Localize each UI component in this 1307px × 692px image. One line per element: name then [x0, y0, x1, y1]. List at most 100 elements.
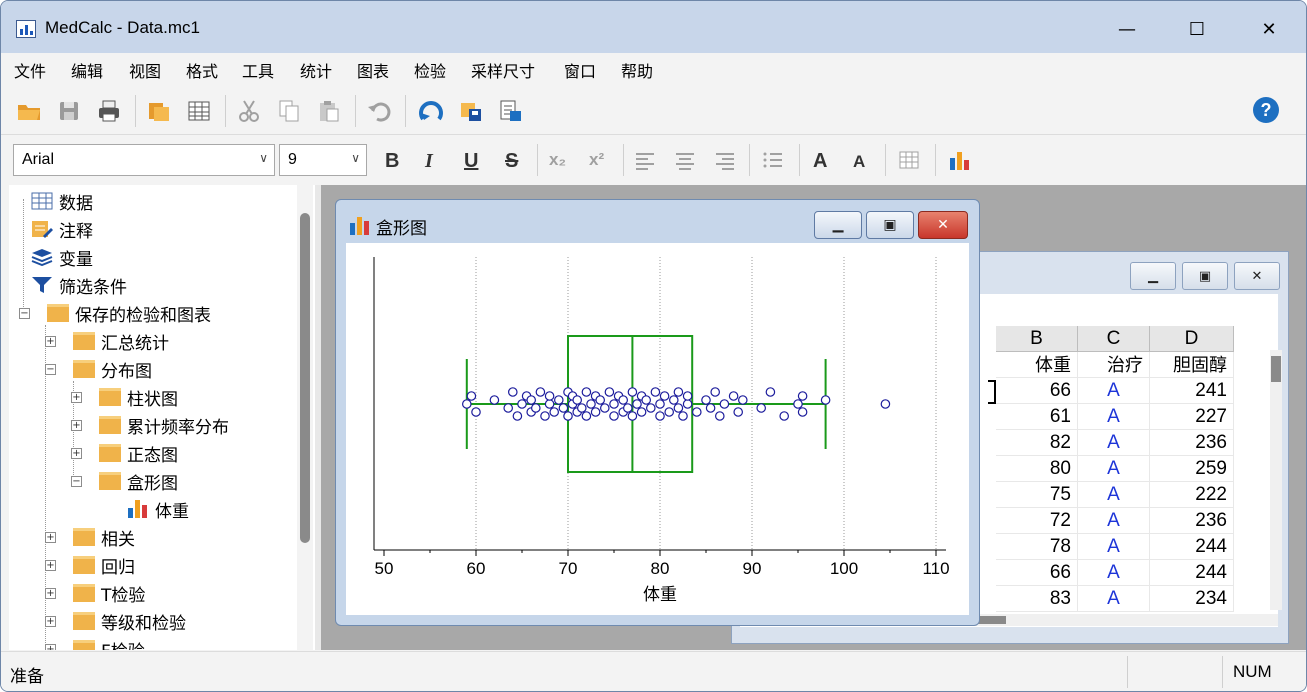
save-icon[interactable] — [55, 97, 83, 125]
grid-cell[interactable]: 66 — [996, 378, 1078, 404]
grid-cell[interactable]: A — [1078, 482, 1150, 508]
menu-edit[interactable]: 编辑 — [71, 58, 103, 82]
tree-expander[interactable]: + — [71, 448, 82, 459]
tree-item-16[interactable]: + F检验 — [45, 636, 145, 650]
tree-item-1[interactable]: 注释 — [31, 216, 93, 242]
grid-cell[interactable]: 72 — [996, 508, 1078, 534]
data-window-restore-button[interactable]: ▣ — [1182, 262, 1228, 290]
grid-cell[interactable]: A — [1078, 430, 1150, 456]
grid-cell[interactable]: 234 — [1150, 586, 1234, 612]
grid-cell[interactable]: 66 — [996, 560, 1078, 586]
strikethrough-button[interactable]: S — [505, 150, 518, 173]
font-size-select[interactable]: 9 ∨ — [279, 144, 367, 176]
plot-minimize-button[interactable]: ▁ — [814, 211, 862, 239]
menu-tools[interactable]: 工具 — [242, 58, 274, 82]
tree-expander[interactable]: + — [45, 532, 56, 543]
menu-help[interactable]: 帮助 — [621, 58, 653, 82]
print-icon[interactable] — [95, 97, 123, 125]
tree-item-10[interactable]: − 盒形图 — [71, 468, 178, 494]
undo-icon[interactable] — [365, 97, 393, 125]
column-name[interactable]: 胆固醇 — [1150, 352, 1234, 378]
column-header-D[interactable]: D — [1150, 326, 1234, 352]
column-name[interactable]: 体重 — [996, 352, 1078, 378]
tree-expander[interactable]: + — [71, 392, 82, 403]
grid-cell[interactable]: 80 — [996, 456, 1078, 482]
plot-restore-button[interactable]: ▣ — [866, 211, 914, 239]
grid-cell[interactable]: A — [1078, 508, 1150, 534]
menu-statistics[interactable]: 统计 — [300, 58, 332, 82]
column-header-C[interactable]: C — [1078, 326, 1150, 352]
grid-cell[interactable]: A — [1078, 404, 1150, 430]
chart-format-icon[interactable] — [947, 148, 973, 174]
grid-cell[interactable]: A — [1078, 560, 1150, 586]
grid-cell[interactable]: 241 — [1150, 378, 1234, 404]
tree-expander[interactable]: − — [71, 476, 82, 487]
bullet-list-icon[interactable] — [761, 148, 785, 172]
tree-expander[interactable]: − — [45, 364, 56, 375]
tree-expander[interactable]: + — [45, 336, 56, 347]
grid-cell[interactable]: 83 — [996, 586, 1078, 612]
column-header-B[interactable]: B — [996, 326, 1078, 352]
plot-close-button[interactable]: ✕ — [918, 211, 968, 239]
grid-scrollbar-thumb[interactable] — [1271, 356, 1281, 382]
help-icon[interactable]: ? — [1253, 97, 1279, 123]
align-left-icon[interactable] — [633, 148, 657, 172]
export-word-icon[interactable] — [497, 97, 525, 125]
align-center-icon[interactable] — [673, 148, 697, 172]
tree-item-13[interactable]: + 回归 — [45, 552, 135, 578]
tree-item-4[interactable]: − 保存的检验和图表 — [19, 300, 211, 326]
copy-icon[interactable] — [275, 97, 303, 125]
refresh-icon[interactable] — [417, 97, 445, 125]
grid-cell[interactable]: 61 — [996, 404, 1078, 430]
folder-icon[interactable] — [145, 97, 173, 125]
tree-item-11[interactable]: 体重 — [127, 496, 189, 522]
grid-scrollbar[interactable] — [1270, 350, 1282, 610]
maximize-button[interactable]: ☐ — [1174, 11, 1220, 47]
spreadsheet-icon[interactable] — [185, 97, 213, 125]
grid-cell[interactable]: 82 — [996, 430, 1078, 456]
grid-cell[interactable]: 222 — [1150, 482, 1234, 508]
menu-graphs[interactable]: 图表 — [357, 58, 389, 82]
font-family-select[interactable]: Arial ∨ — [13, 144, 275, 176]
grid-cell[interactable]: A — [1078, 378, 1150, 404]
menu-file[interactable]: 文件 — [14, 58, 46, 82]
menu-window[interactable]: 窗口 — [564, 58, 596, 82]
underline-button[interactable]: U — [464, 150, 478, 173]
tree-item-12[interactable]: + 相关 — [45, 524, 135, 550]
minimize-button[interactable]: — — [1104, 11, 1150, 47]
menu-format[interactable]: 格式 — [186, 58, 218, 82]
menu-sample-size[interactable]: 采样尺寸 — [471, 58, 535, 82]
column-name[interactable]: 治疗 — [1078, 352, 1150, 378]
grid-cell[interactable]: A — [1078, 456, 1150, 482]
tree-expander[interactable]: + — [45, 644, 56, 650]
tree-item-6[interactable]: − 分布图 — [45, 356, 152, 382]
grid-cell[interactable]: 259 — [1150, 456, 1234, 482]
tree-item-5[interactable]: + 汇总统计 — [45, 328, 169, 354]
grid-cell[interactable]: A — [1078, 534, 1150, 560]
tree-scrollbar-thumb[interactable] — [300, 213, 310, 543]
grid-cell[interactable]: 244 — [1150, 534, 1234, 560]
tree-expander[interactable]: − — [19, 308, 30, 319]
menu-tests[interactable]: 检验 — [414, 58, 446, 82]
align-right-icon[interactable] — [713, 148, 737, 172]
open-folder-icon[interactable] — [15, 97, 43, 125]
table-format-icon[interactable] — [897, 148, 923, 174]
increase-font-button[interactable]: A — [813, 150, 827, 173]
tree-expander[interactable]: + — [45, 588, 56, 599]
grid-cell[interactable]: 227 — [1150, 404, 1234, 430]
superscript-button[interactable]: x² — [589, 150, 604, 170]
tree-item-8[interactable]: + 累计频率分布 — [71, 412, 229, 438]
tree-item-7[interactable]: + 柱状图 — [71, 384, 178, 410]
tree-expander[interactable]: + — [45, 560, 56, 571]
grid-cell[interactable]: 75 — [996, 482, 1078, 508]
data-window-close-button[interactable]: ✕ — [1234, 262, 1280, 290]
tree-item-0[interactable]: 数据 — [31, 188, 93, 214]
grid-cell[interactable]: 236 — [1150, 508, 1234, 534]
cut-icon[interactable] — [235, 97, 263, 125]
tree-expander[interactable]: + — [45, 616, 56, 627]
export-icon[interactable] — [457, 97, 485, 125]
tree-item-15[interactable]: + 等级和检验 — [45, 608, 186, 634]
paste-icon[interactable] — [315, 97, 343, 125]
grid-cell[interactable]: 78 — [996, 534, 1078, 560]
tree-item-14[interactable]: + T检验 — [45, 580, 145, 606]
